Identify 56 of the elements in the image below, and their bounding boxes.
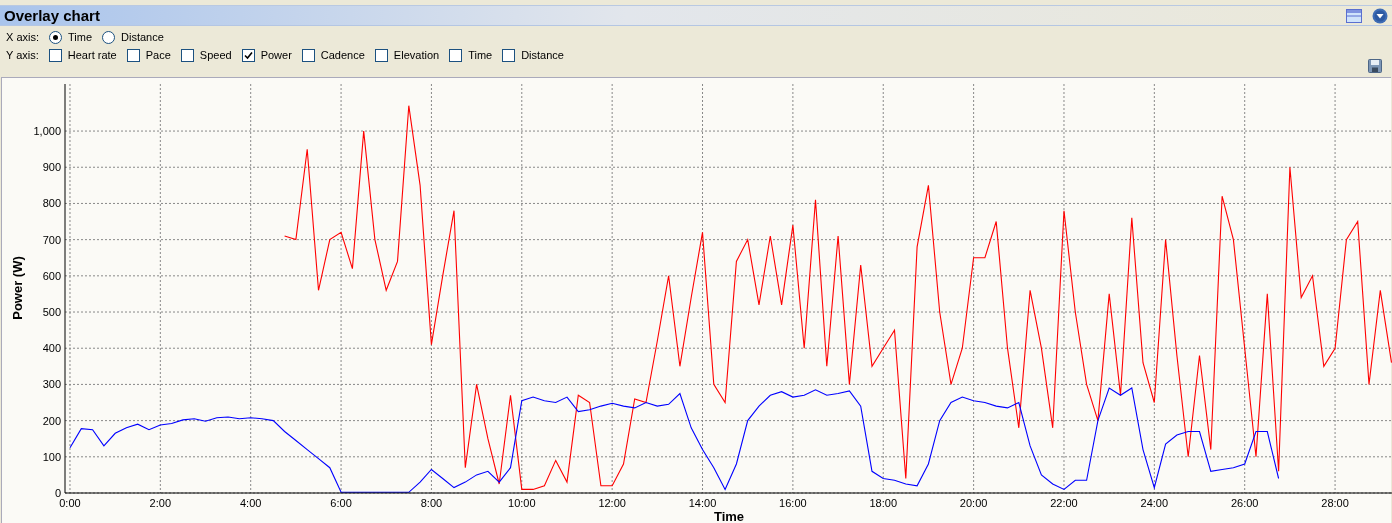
x-tick-label: 6:00	[330, 497, 352, 509]
y-tick-label: 700	[42, 233, 61, 246]
checkbox[interactable]	[241, 48, 255, 62]
y-tick-label: 900	[42, 161, 61, 174]
x-tick-label: 2:00	[149, 497, 172, 509]
x-tick-label: 24:00	[1140, 497, 1169, 509]
checkbox-label[interactable]: Distance	[521, 49, 564, 61]
layout-icon[interactable]	[1346, 8, 1362, 23]
radio-option[interactable]: Distance	[102, 30, 164, 44]
checkbox[interactable]	[180, 48, 194, 62]
checkbox[interactable]	[48, 48, 62, 62]
x-tick-label: 28:00	[1321, 497, 1349, 509]
x-axis-label: X axis:	[6, 31, 39, 43]
x-tick-label: 8:00	[420, 497, 443, 509]
y-tick-label: 1,000	[33, 125, 61, 138]
x-tick-label: 0:00	[59, 497, 81, 509]
x-tick-label: 16:00	[779, 497, 807, 509]
radio-label[interactable]: Time	[68, 31, 93, 43]
radio-button[interactable]	[102, 30, 116, 44]
x-tick-label: 4:00	[240, 497, 262, 509]
y-axis-title: Power (W)	[10, 256, 25, 320]
y-tick-label: 0	[54, 487, 61, 499]
radio-label[interactable]: Distance	[121, 31, 164, 43]
x-tick-label: 10:00	[508, 497, 536, 509]
radio-option[interactable]: Time	[49, 30, 93, 44]
checkbox[interactable]	[374, 48, 388, 62]
checkbox[interactable]	[301, 48, 315, 62]
checkbox[interactable]	[502, 48, 516, 62]
checkbox-label[interactable]: Time	[468, 49, 493, 61]
x-tick-label: 18:00	[869, 497, 897, 509]
checkbox[interactable]	[449, 48, 463, 62]
x-tick-label: 12:00	[598, 497, 626, 509]
y-tick-label: 400	[42, 342, 61, 355]
checkbox-label[interactable]: Power	[260, 49, 292, 61]
checkbox[interactable]	[126, 48, 140, 62]
y-tick-label: 300	[42, 378, 61, 391]
x-tick-label: 20:00	[959, 497, 988, 509]
checkbox-label[interactable]: Elevation	[393, 49, 440, 61]
y-tick-label: 600	[42, 269, 61, 282]
x-axis-title: Time	[713, 509, 745, 523]
x-tick-label: 14:00	[688, 497, 717, 509]
checkbox-label[interactable]: Pace	[145, 49, 171, 61]
checkbox-label[interactable]: Cadence	[320, 49, 365, 61]
y-tick-label: 800	[42, 197, 61, 210]
save-icon[interactable]	[1368, 59, 1382, 73]
checkbox-label[interactable]: Speed	[199, 49, 232, 61]
y-tick-label: 100	[42, 450, 61, 463]
panel-title: Overlay chart	[4, 7, 100, 24]
x-tick-label: 26:00	[1230, 497, 1259, 509]
checkbox-label[interactable]: Heart rate	[67, 49, 117, 61]
y-tick-label: 200	[42, 414, 61, 427]
dropdown-icon[interactable]	[1372, 7, 1388, 24]
y-tick-label: 500	[42, 306, 61, 319]
radio-button[interactable]	[49, 30, 62, 44]
y-axis-label: Y axis:	[6, 49, 39, 61]
x-tick-label: 22:00	[1050, 497, 1078, 509]
